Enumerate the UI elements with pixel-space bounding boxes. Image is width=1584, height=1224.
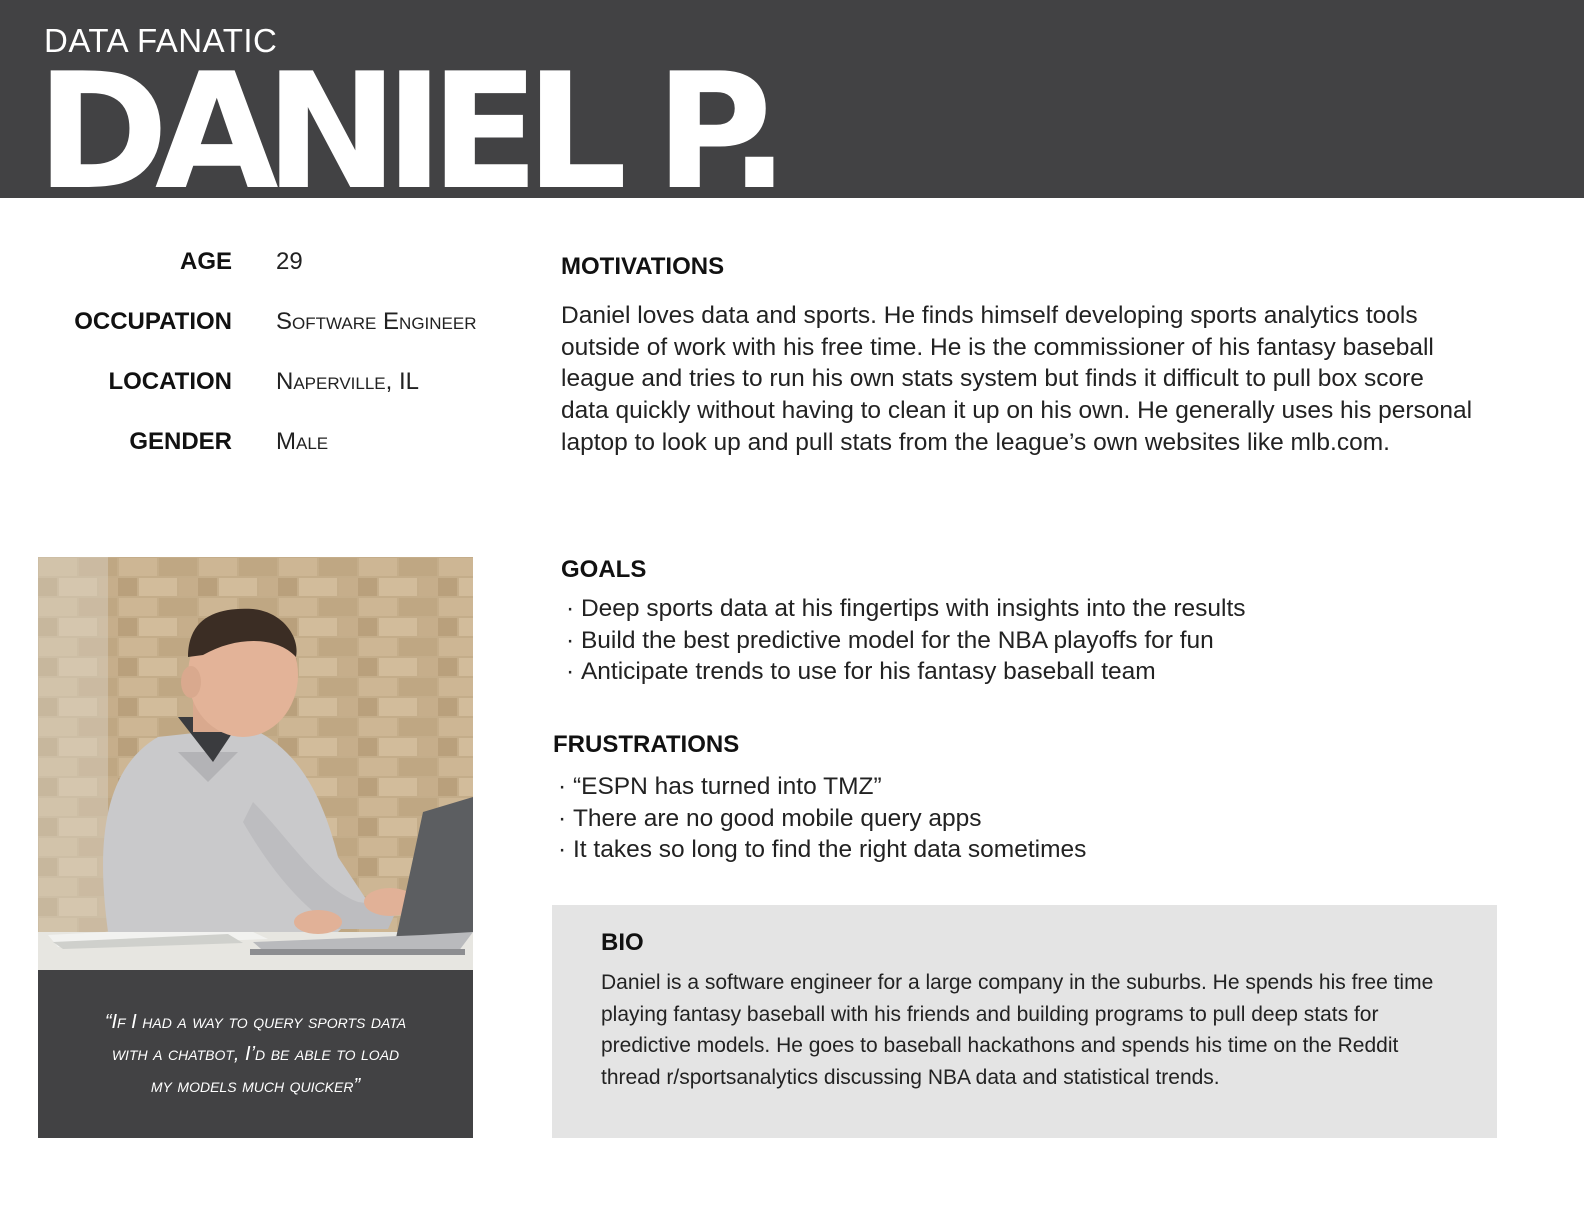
goals-list: Deep sports data at his fingertips with …	[566, 593, 1246, 688]
motivations-line: laptop to look up and pull stats from th…	[561, 428, 1390, 456]
stat-value: Software Engineer	[276, 308, 477, 335]
stat-row-gender: GENDER Male	[0, 428, 520, 468]
bio-line: thread r/sportsanalytics discussing NBA …	[601, 1066, 1220, 1090]
stat-label: AGE	[179, 248, 232, 275]
quote-line: my models much quicker”	[150, 1075, 361, 1097]
list-item: There are no good mobile query apps	[558, 803, 1086, 835]
motivations-line: Daniel loves data and sports. He finds h…	[561, 302, 1418, 329]
stat-label: LOCATION	[108, 368, 232, 395]
bio-box: BIO Daniel is a software engineer for a …	[552, 905, 1497, 1138]
list-item: Anticipate trends to use for his fantasy…	[566, 656, 1246, 688]
quote-box: “If I had a way to query sports data wit…	[38, 970, 473, 1138]
stat-row-location: LOCATION Naperville, IL	[0, 368, 520, 408]
persona-quote: “If I had a way to query sports data wit…	[91, 1006, 421, 1102]
bio-line: Daniel is a software engineer for a larg…	[601, 971, 1434, 994]
frustrations-title: FRUSTRATIONS	[553, 731, 740, 758]
quote-line: with a chatbot, I’d be able to load	[111, 1043, 400, 1065]
stat-row-age: AGE 29	[0, 248, 520, 288]
stat-value: Male	[276, 428, 329, 455]
list-item: It takes so long to find the right data …	[558, 834, 1086, 866]
persona-card: “If I had a way to query sports data wit…	[38, 557, 473, 1138]
list-item: Deep sports data at his fingertips with …	[566, 593, 1246, 625]
stat-value: Naperville, IL	[276, 368, 419, 395]
quote-line: “If I had a way to query sports data	[104, 1011, 407, 1033]
motivations-text: Daniel loves data and sports. He finds h…	[561, 300, 1521, 459]
motivations-line: league and tries to run his own stats sy…	[561, 365, 1424, 393]
bio-text: Daniel is a software engineer for a larg…	[601, 967, 1481, 1094]
bio-title: BIO	[601, 929, 644, 956]
motivations-title: MOTIVATIONS	[561, 253, 725, 280]
stat-row-occupation: OCCUPATION Software Engineer	[0, 308, 520, 348]
bio-line: playing fantasy baseball with his friend…	[601, 1002, 1379, 1026]
frustrations-list: “ESPN has turned into TMZ” There are no …	[558, 771, 1086, 866]
motivations-line: data quickly without having to clean it …	[561, 397, 1473, 425]
motivations-line: outside of work with his free time. He i…	[561, 333, 1434, 361]
persona-name: DANIEL P.	[36, 38, 790, 199]
persona-header: DATA FANATIC DANIEL P.	[0, 0, 1584, 198]
list-item: Build the best predictive model for the …	[566, 625, 1246, 657]
goals-title: GOALS	[561, 556, 647, 583]
list-item: “ESPN has turned into TMZ”	[558, 771, 1086, 803]
stat-value: 29	[276, 248, 303, 275]
persona-photo	[38, 557, 473, 970]
bio-line: predictive models. He goes to baseball h…	[601, 1034, 1399, 1058]
stat-label: OCCUPATION	[74, 308, 232, 335]
stat-label: GENDER	[129, 428, 232, 455]
